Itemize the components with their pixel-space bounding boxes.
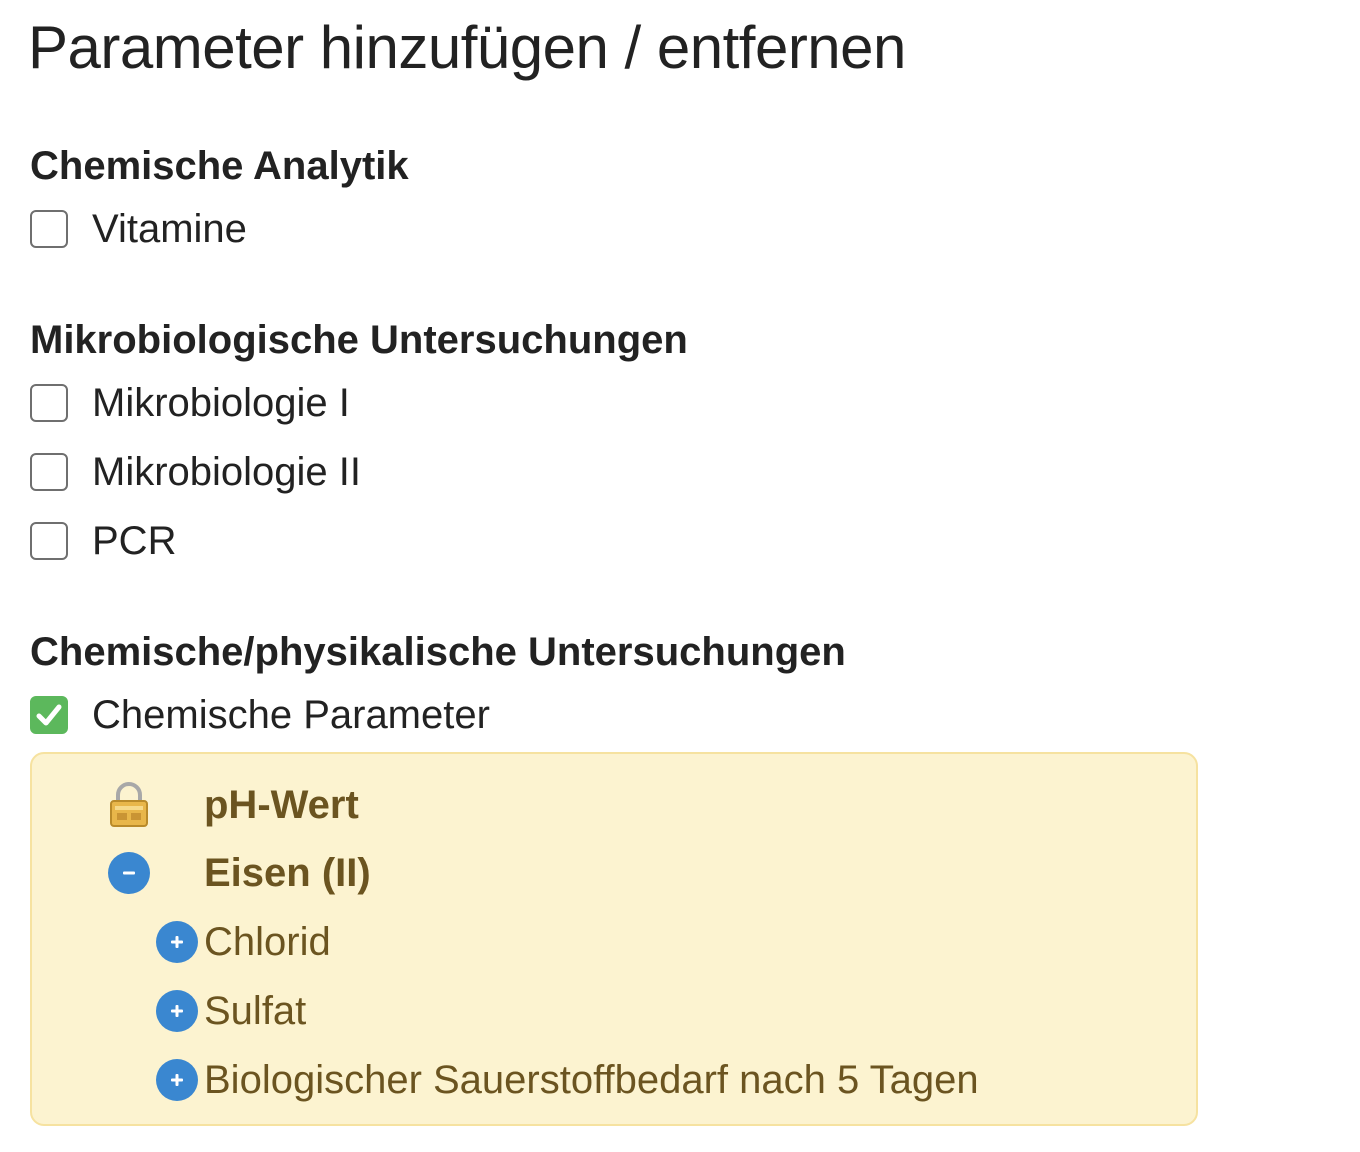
- plus-circle-icon: [171, 1005, 183, 1017]
- checkbox-label-vitamine[interactable]: Vitamine: [92, 207, 247, 251]
- section-heading-chemische-analytik: Chemische Analytik: [30, 144, 409, 188]
- checkmark-icon: [36, 704, 62, 726]
- parameter-panel: pH-Wert Eisen (II) Chlorid Sulfat Biolog…: [30, 752, 1198, 1126]
- parameter-row-chlorid: Chlorid: [156, 917, 331, 967]
- page-title: Parameter hinzufügen / entfernen: [28, 14, 906, 81]
- parameter-label-chlorid: Chlorid: [204, 920, 331, 964]
- parameter-row-bsb5: Biologischer Sauerstoffbedarf nach 5 Tag…: [156, 1055, 979, 1105]
- parameter-label-ph-wert: pH-Wert: [204, 783, 359, 827]
- section-heading-mikrobiologische-untersuchungen: Mikrobiologische Untersuchungen: [30, 318, 688, 362]
- checkbox-label-mikrobiologie-2[interactable]: Mikrobiologie II: [92, 450, 361, 494]
- parameter-row-ph-wert: pH-Wert: [108, 780, 359, 830]
- checkbox-row-vitamine[interactable]: Vitamine: [30, 207, 247, 251]
- checkbox-label-chemische-parameter[interactable]: Chemische Parameter: [92, 693, 490, 737]
- minus-circle-icon: [123, 871, 135, 875]
- checkbox-chemische-parameter[interactable]: [30, 696, 68, 734]
- plus-circle-icon: [171, 1074, 183, 1086]
- checkbox-row-pcr[interactable]: PCR: [30, 519, 176, 563]
- parameter-label-eisen-ii: Eisen (II): [204, 851, 371, 895]
- remove-parameter-button[interactable]: [108, 852, 150, 894]
- parameter-row-eisen-ii: Eisen (II): [108, 848, 371, 898]
- add-parameter-button[interactable]: [156, 990, 198, 1032]
- parameter-row-sulfat: Sulfat: [156, 986, 306, 1036]
- checkbox-mikrobiologie-1[interactable]: [30, 384, 68, 422]
- checkbox-row-chemische-parameter[interactable]: Chemische Parameter: [30, 693, 490, 737]
- checkbox-label-mikrobiologie-1[interactable]: Mikrobiologie I: [92, 381, 350, 425]
- lock-icon: [110, 782, 148, 827]
- checkbox-row-mikrobiologie-1[interactable]: Mikrobiologie I: [30, 381, 350, 425]
- plus-circle-icon: [171, 936, 183, 948]
- checkbox-label-pcr[interactable]: PCR: [92, 519, 176, 563]
- checkbox-row-mikrobiologie-2[interactable]: Mikrobiologie II: [30, 450, 361, 494]
- checkbox-mikrobiologie-2[interactable]: [30, 453, 68, 491]
- add-parameter-button[interactable]: [156, 921, 198, 963]
- checkbox-pcr[interactable]: [30, 522, 68, 560]
- parameter-label-bsb5: Biologischer Sauerstoffbedarf nach 5 Tag…: [204, 1058, 979, 1102]
- add-parameter-button[interactable]: [156, 1059, 198, 1101]
- checkbox-vitamine[interactable]: [30, 210, 68, 248]
- section-heading-chemische-physikalische-untersuchungen: Chemische/physikalische Untersuchungen: [30, 630, 846, 674]
- parameter-label-sulfat: Sulfat: [204, 989, 307, 1033]
